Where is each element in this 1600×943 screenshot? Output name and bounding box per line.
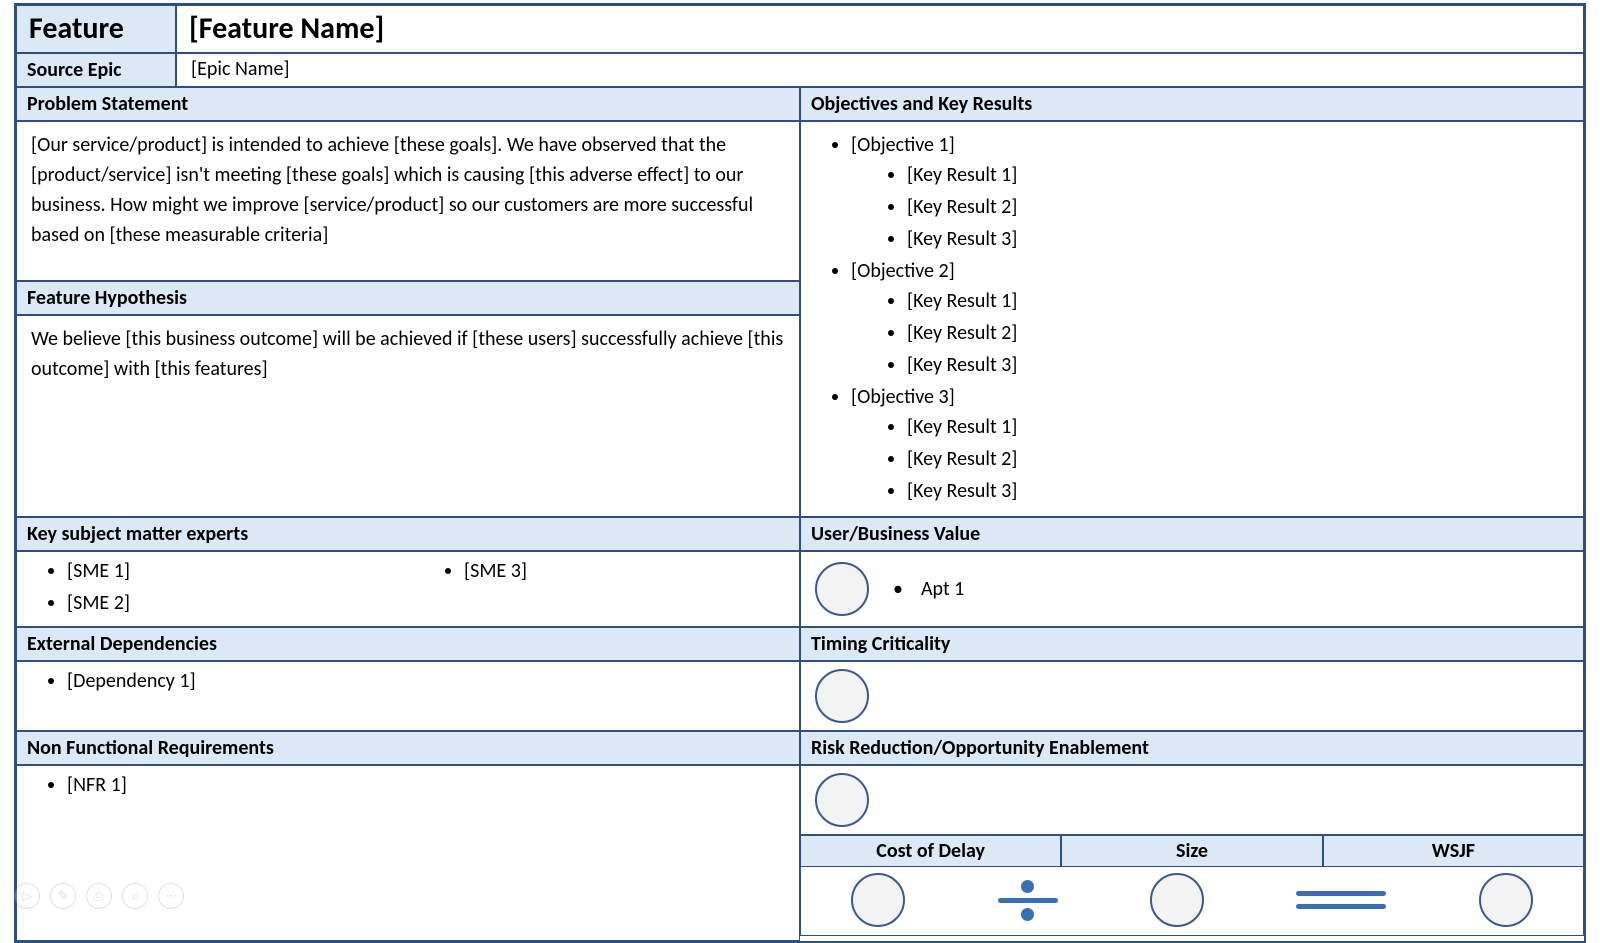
timing-body [800, 661, 1584, 731]
okr-body: [Objective 1] [Key Result 1] [Key Result… [800, 121, 1584, 517]
equals-icon [1296, 887, 1386, 913]
okr-objective-label: [Objective 3] [851, 385, 955, 409]
risk-body [800, 765, 1584, 835]
presentation-toolbar: ▷ ✎ ⎙ ⌕ ⋯ [14, 883, 184, 909]
sme-item: [SME 1] [67, 556, 388, 586]
nfr-risk-split: Non Functional Requirements [NFR 1] Risk… [16, 731, 1584, 941]
okr-keyresult: [Key Result 1] [907, 160, 1569, 190]
cost-of-delay-header: Cost of Delay [800, 835, 1061, 867]
okr-keyresult: [Key Result 1] [907, 412, 1569, 442]
ext-deps-body: [Dependency 1] [16, 661, 800, 731]
okr-header: Objectives and Key Results [800, 87, 1584, 121]
sme-header: Key subject matter experts [16, 517, 800, 551]
ext-deps-list: [Dependency 1] [31, 666, 785, 696]
risk-header: Risk Reduction/Opportunity Enablement [800, 731, 1584, 765]
cost-of-delay-circle [851, 873, 905, 927]
sme-list-left: [SME 1] [SME 2] [31, 556, 388, 622]
problem-statement-body: [Our service/product] is intended to ach… [16, 121, 800, 281]
nfr-header: Non Functional Requirements [16, 731, 800, 765]
size-circle [1150, 873, 1204, 927]
okr-keyresult: [Key Result 3] [907, 350, 1569, 380]
okr-list: [Objective 1] [Key Result 1] [Key Result… [815, 130, 1569, 506]
sme-item: [SME 3] [464, 556, 785, 586]
sme-item: [SME 2] [67, 588, 388, 618]
left-column-top: Problem Statement [Our service/product] … [16, 87, 800, 517]
wsjf-header-row: Cost of Delay Size WSJF [800, 835, 1584, 867]
feature-template-canvas: Feature [Feature Name] Source Epic [Epic… [14, 3, 1586, 943]
zoom-button[interactable]: ⌕ [122, 883, 148, 909]
ubv-score-circle [815, 562, 869, 616]
ext-dep-item: [Dependency 1] [67, 666, 785, 696]
okr-objective: [Objective 3] [Key Result 1] [Key Result… [851, 382, 1569, 506]
timing-score-circle [815, 669, 869, 723]
okr-keyresult: [Key Result 2] [907, 318, 1569, 348]
right-column-top: Objectives and Key Results [Objective 1]… [800, 87, 1584, 517]
ubv-item: Apt 1 [883, 574, 964, 604]
okr-keyresult: [Key Result 2] [907, 192, 1569, 222]
nfr-item: [NFR 1] [67, 770, 785, 800]
dep-timing-split: External Dependencies [Dependency 1] Tim… [16, 627, 1584, 731]
feature-hypothesis-header: Feature Hypothesis [16, 281, 800, 315]
okr-keyresult: [Key Result 3] [907, 476, 1569, 506]
source-epic-value: [Epic Name] [176, 53, 1584, 87]
divide-icon [998, 875, 1058, 926]
wsjf-header: WSJF [1323, 835, 1584, 867]
edit-button[interactable]: ✎ [50, 883, 76, 909]
feature-name-value: [Feature Name] [176, 5, 1584, 53]
timing-header: Timing Criticality [800, 627, 1584, 661]
okr-objective: [Objective 2] [Key Result 1] [Key Result… [851, 256, 1569, 380]
wsjf-circle [1479, 873, 1533, 927]
feature-label: Feature [16, 5, 176, 53]
ext-deps-header: External Dependencies [16, 627, 800, 661]
clipboard-button[interactable]: ⎙ [86, 883, 112, 909]
okr-keyresult: [Key Result 1] [907, 286, 1569, 316]
source-epic-label: Source Epic [16, 53, 176, 87]
sme-list-right: [SME 3] [428, 556, 785, 622]
top-split: Problem Statement [Our service/product] … [16, 87, 1584, 517]
wsjf-formula-row [800, 867, 1584, 936]
more-button[interactable]: ⋯ [158, 883, 184, 909]
size-header: Size [1061, 835, 1322, 867]
ubv-header: User/Business Value [800, 517, 1584, 551]
okr-keyresult: [Key Result 3] [907, 224, 1569, 254]
okr-objective-label: [Objective 1] [851, 133, 955, 157]
feature-hypothesis-body: We believe [this business outcome] will … [16, 315, 800, 517]
ubv-body: Apt 1 [800, 551, 1584, 627]
sme-ubv-split: Key subject matter experts [SME 1] [SME … [16, 517, 1584, 627]
nfr-list: [NFR 1] [31, 770, 785, 800]
risk-score-circle [815, 773, 869, 827]
okr-objective: [Objective 1] [Key Result 1] [Key Result… [851, 130, 1569, 254]
sme-body: [SME 1] [SME 2] [SME 3] [16, 551, 800, 627]
feature-header-row: Feature [Feature Name] [16, 5, 1584, 53]
play-button[interactable]: ▷ [14, 883, 40, 909]
nfr-body: [NFR 1] [16, 765, 800, 941]
source-epic-row: Source Epic [Epic Name] [16, 53, 1584, 87]
problem-statement-header: Problem Statement [16, 87, 800, 121]
okr-objective-label: [Objective 2] [851, 259, 955, 283]
okr-keyresult: [Key Result 2] [907, 444, 1569, 474]
